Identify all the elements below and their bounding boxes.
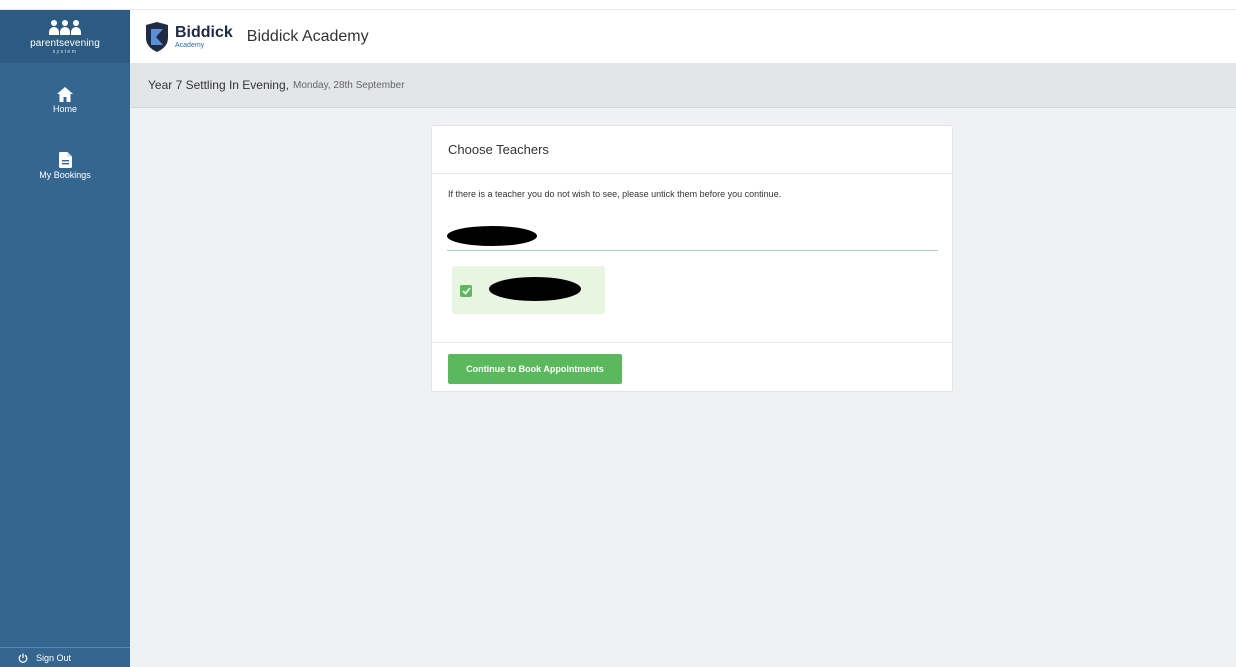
- school-logo: Biddick Academy: [144, 21, 233, 52]
- check-icon: [461, 287, 471, 295]
- redacted-teacher-name: [489, 277, 581, 301]
- brand-name: parentsevening: [30, 38, 100, 49]
- brand-logo[interactable]: parentsevening system: [0, 10, 130, 63]
- redacted-student-name: [447, 226, 537, 246]
- choose-teachers-card: Choose Teachers If there is a teacher yo…: [431, 125, 953, 392]
- card-title: Choose Teachers: [432, 126, 952, 174]
- top-header: Biddick Academy Biddick Academy: [130, 10, 1236, 63]
- logo-sub: Academy: [175, 41, 205, 49]
- event-bar: Year 7 Settling In Evening, Monday, 28th…: [130, 63, 1236, 108]
- logo-title: Biddick: [175, 23, 233, 41]
- continue-button[interactable]: Continue to Book Appointments: [448, 354, 622, 384]
- student-name-bar: [447, 225, 938, 251]
- card-footer: Continue to Book Appointments: [432, 342, 952, 392]
- home-icon: [57, 87, 73, 102]
- top-border: [0, 0, 1236, 10]
- teacher-tile[interactable]: [452, 266, 605, 314]
- power-icon: [18, 653, 28, 663]
- instructions-text: If there is a teacher you do not wish to…: [448, 189, 782, 199]
- event-title: Year 7 Settling In Evening,: [148, 78, 289, 92]
- sidebar: parentsevening system Home My Bookings S…: [0, 10, 130, 667]
- brand-sub: system: [52, 49, 78, 55]
- sidebar-item-label: Home: [52, 104, 77, 114]
- school-name: Biddick Academy: [246, 27, 369, 45]
- people-icon: [49, 18, 81, 35]
- sidebar-item-home[interactable]: Home: [0, 87, 130, 114]
- shield-icon: [146, 21, 168, 52]
- sidebar-item-my-bookings[interactable]: My Bookings: [0, 152, 130, 180]
- event-date: Monday, 28th September: [293, 79, 405, 91]
- card-body: If there is a teacher you do not wish to…: [432, 174, 952, 342]
- sign-out-button[interactable]: Sign Out: [0, 647, 130, 667]
- sign-out-label: Sign Out: [36, 652, 72, 663]
- document-icon: [58, 152, 72, 168]
- sidebar-item-label: My Bookings: [39, 170, 91, 180]
- teacher-checkbox[interactable]: [460, 285, 472, 297]
